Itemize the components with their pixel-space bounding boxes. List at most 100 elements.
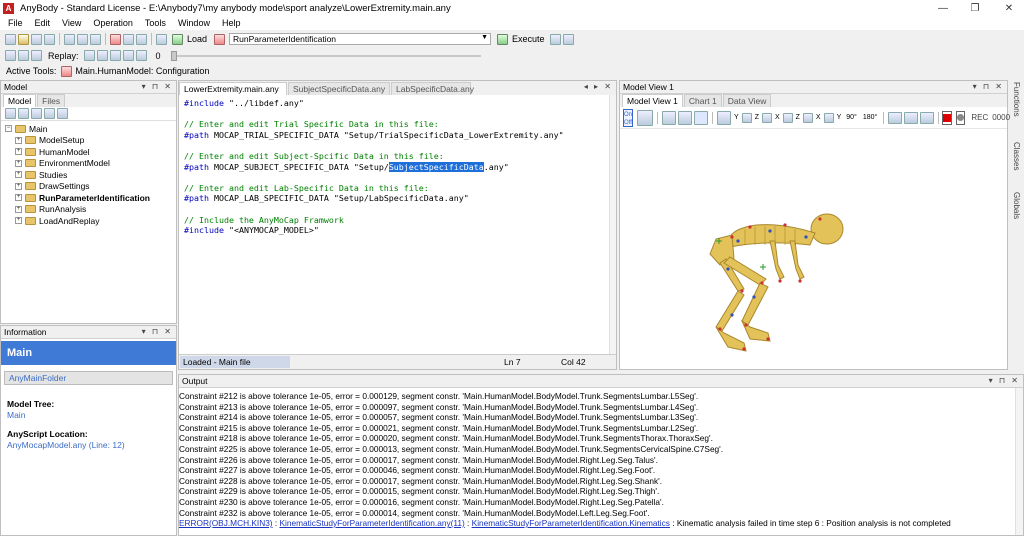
tree-expander-icon[interactable]: − <box>5 125 12 133</box>
minimize-button[interactable]: — <box>928 0 958 16</box>
view-yz-icon[interactable] <box>782 112 793 123</box>
paste-icon[interactable] <box>90 33 101 45</box>
view-label-x2[interactable]: X <box>816 114 821 121</box>
code-line[interactable] <box>184 172 616 183</box>
pan-icon[interactable] <box>662 110 677 125</box>
save-icon[interactable] <box>31 33 42 45</box>
code-line[interactable]: // Enter and edit Subject-Spcific Data i… <box>184 151 616 162</box>
output-scrollbar[interactable] <box>1015 388 1023 535</box>
code-line[interactable]: #include "../libdef.any" <box>184 98 616 109</box>
code-line[interactable]: #path MOCAP_TRIAL_SPECIFIC_DATA "Setup/T… <box>184 130 616 141</box>
copy-icon[interactable] <box>77 33 88 45</box>
anyscript-location-link[interactable]: AnyMocapModel.any (Line: 12) <box>7 440 176 450</box>
model-tree-link[interactable]: Main <box>7 410 176 420</box>
stop-icon[interactable] <box>562 33 574 45</box>
save-all-icon[interactable] <box>44 33 55 45</box>
new-file-icon[interactable] <box>5 33 16 45</box>
undo-icon[interactable] <box>156 33 167 45</box>
view-label-z[interactable]: Z <box>755 114 759 121</box>
last-frame-icon[interactable] <box>135 50 147 61</box>
open-folder-icon[interactable] <box>18 33 29 45</box>
settings-icon[interactable] <box>18 50 29 61</box>
close-button[interactable]: ✕ <box>994 0 1024 16</box>
tree-expander-icon[interactable]: + <box>15 182 22 190</box>
tree-expander-icon[interactable]: + <box>15 136 22 144</box>
code-editor[interactable]: #include "../libdef.any" // Enter and ed… <box>179 95 616 354</box>
editor-controls-icon[interactable]: ◂ ▸ ✕ <box>584 82 613 91</box>
stop-record-icon[interactable] <box>956 110 966 125</box>
tree-expander-icon[interactable]: + <box>15 159 22 167</box>
eye-icon[interactable] <box>57 108 68 119</box>
execute-icon[interactable] <box>497 33 509 45</box>
panel-controls-icon[interactable]: ▾ ⊓ ✕ <box>989 376 1020 385</box>
side-tab-globals[interactable]: Globals <box>1012 192 1021 219</box>
error-object-link[interactable]: KinematicStudyForParameterIdentification… <box>472 518 670 528</box>
tab-labspecificdata[interactable]: LabSpecificData.any <box>391 82 474 95</box>
maximize-button[interactable]: ❐ <box>960 0 990 16</box>
menu-file[interactable]: File <box>2 18 29 28</box>
tree-item-modelsetup[interactable]: + ModelSetup <box>5 135 176 147</box>
tree-item-drawsettings[interactable]: + DrawSettings <box>5 181 176 193</box>
list-icon[interactable] <box>44 108 55 119</box>
view-label-y2[interactable]: Y <box>837 114 842 121</box>
any-main-folder-button[interactable]: AnyMainFolder <box>4 371 173 385</box>
filter-icon[interactable] <box>31 108 42 119</box>
tab-model-view-1[interactable]: Model View 1 <box>622 94 683 107</box>
panel-controls-icon[interactable]: ▾ ⊓ ✕ <box>142 82 173 91</box>
rotate-90-label[interactable]: 90° <box>846 114 857 121</box>
tree-view-icon[interactable] <box>18 108 29 119</box>
load-button-label[interactable]: Load <box>187 34 207 44</box>
record-button-icon[interactable] <box>942 110 953 125</box>
view-xy-icon[interactable] <box>741 112 752 123</box>
code-line[interactable]: #include "<ANYMOCAP_MODEL>" <box>184 225 616 236</box>
view-label-z2[interactable]: Z <box>796 114 800 121</box>
code-line[interactable] <box>184 204 616 215</box>
code-line[interactable]: #path MOCAP_LAB_SPECIFIC_DATA "Setup/Lab… <box>184 193 616 204</box>
prev-frame-icon[interactable] <box>96 50 108 61</box>
view-zx-icon[interactable] <box>802 112 813 123</box>
tab-chart-1[interactable]: Chart 1 <box>683 94 722 107</box>
menu-operation[interactable]: Operation <box>87 18 139 28</box>
replay-slider-handle[interactable] <box>170 50 177 61</box>
tab-data-view[interactable]: Data View <box>722 94 772 107</box>
first-frame-icon[interactable] <box>83 50 95 61</box>
tree-item-environmentmodel[interactable]: + EnvironmentModel <box>5 158 176 170</box>
eye-icon[interactable] <box>888 111 903 124</box>
active-tools-value[interactable]: Main.HumanModel: Configuration <box>75 66 209 76</box>
view-zy-icon[interactable] <box>823 112 834 123</box>
load-icon[interactable] <box>172 33 183 45</box>
editor-scrollbar[interactable] <box>609 95 616 354</box>
tree-expander-icon[interactable]: + <box>15 171 22 179</box>
tree-item-humanmodel[interactable]: + HumanModel <box>5 146 176 158</box>
tree-item-studies[interactable]: + Studies <box>5 169 176 181</box>
tree-item-loadandreplay[interactable]: + LoadAndReplay <box>5 215 176 227</box>
view-xz-icon[interactable] <box>761 112 772 123</box>
tab-model[interactable]: Model <box>3 94 37 107</box>
tab-subjectspecificdata[interactable]: SubjectSpecificData.any <box>288 82 390 95</box>
menu-help[interactable]: Help <box>216 18 247 28</box>
indent-icon[interactable] <box>123 33 134 45</box>
replay-slider[interactable] <box>170 50 481 61</box>
tab-lowerextremity-main[interactable]: LowerExtremity.main.any <box>179 82 287 95</box>
panel-controls-icon[interactable]: ▾ ⊓ ✕ <box>973 82 1004 91</box>
code-line[interactable] <box>184 140 616 151</box>
code-line[interactable]: #path MOCAP_SUBJECT_SPECIFIC_DATA "Setup… <box>184 161 616 173</box>
error-file-link[interactable]: KinematicStudyForParameterIdentification… <box>280 518 465 528</box>
on-off-toggle[interactable]: On Off <box>623 108 634 127</box>
rotate-icon[interactable] <box>678 110 693 125</box>
tab-files[interactable]: Files <box>37 94 66 107</box>
menu-tools[interactable]: Tools <box>139 18 172 28</box>
screen-icon[interactable] <box>637 109 654 126</box>
home-icon[interactable] <box>5 108 16 119</box>
tree-expander-icon[interactable]: + <box>15 217 22 225</box>
record-icon[interactable] <box>31 50 42 61</box>
panel-controls-icon[interactable]: ▾ ⊓ ✕ <box>142 327 173 336</box>
menu-window[interactable]: Window <box>172 18 216 28</box>
tree-item-main[interactable]: − Main <box>5 123 176 135</box>
tree-expander-icon[interactable]: + <box>15 194 22 202</box>
tree-expander-icon[interactable]: + <box>15 205 22 213</box>
rotate-180-label[interactable]: 180° <box>863 114 877 121</box>
execute-button-label[interactable]: Execute <box>512 34 545 44</box>
run-icon[interactable] <box>5 50 16 61</box>
view-label-y[interactable]: Y <box>734 114 739 121</box>
